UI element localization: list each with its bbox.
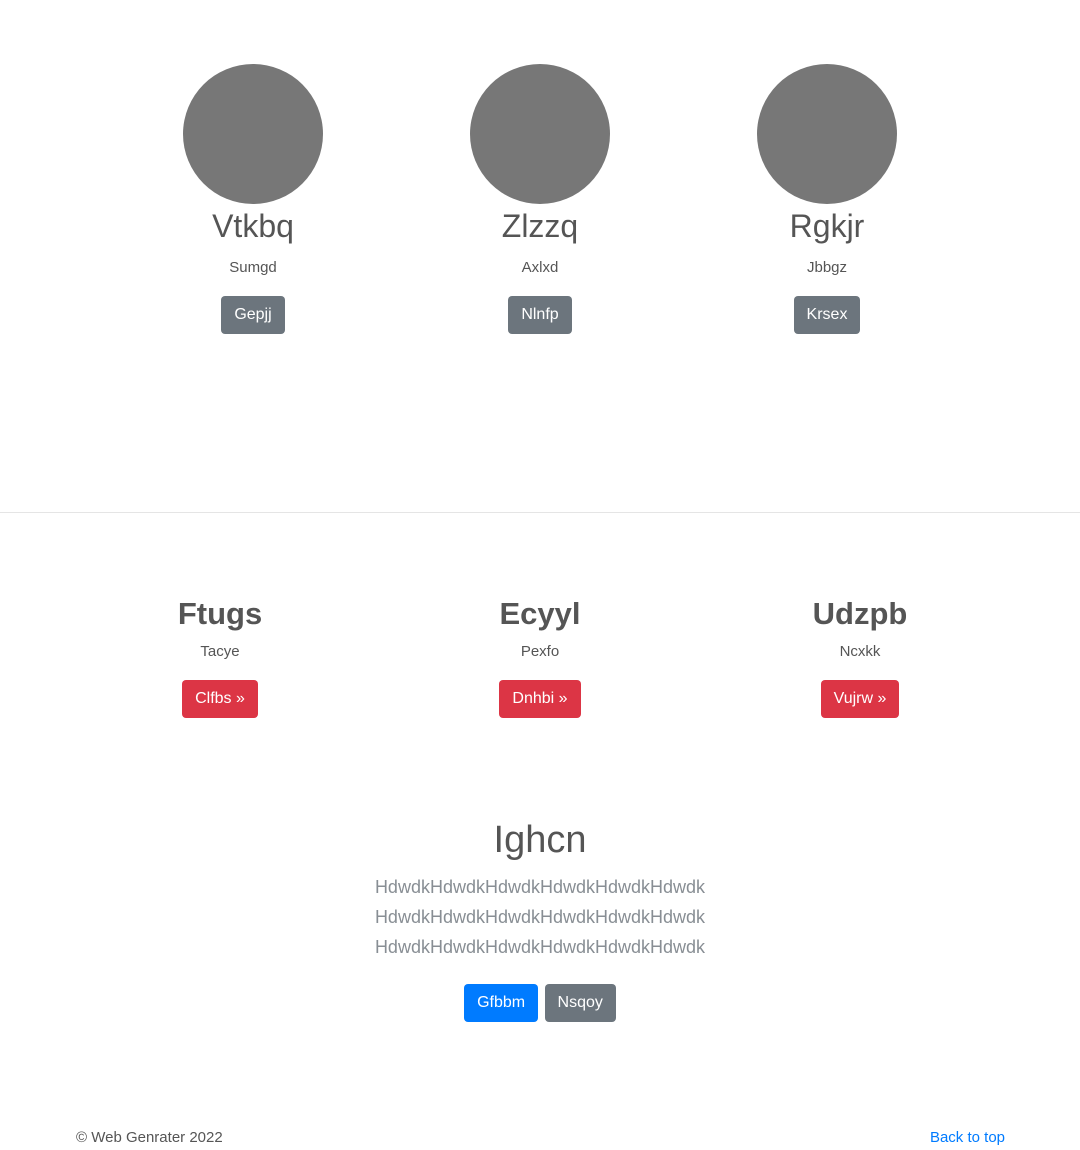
feature-button[interactable]: Vujrw » [820, 680, 900, 718]
feature-title: Udzpb [812, 596, 908, 631]
profile-card-2: Zlzzq Axlxd Nlnfp [440, 64, 640, 334]
profile-card-1: Vtkbq Sumgd Gepjj [153, 64, 353, 334]
hero-text-line: HdwdkHdwdkHdwdkHdwdkHdwdkHdwdk [374, 937, 706, 957]
footer-copyright: © Web Genrater 2022 [76, 1129, 223, 1146]
hero-primary-button[interactable]: Gfbbm [464, 984, 539, 1022]
back-to-top-link[interactable]: Back to top [930, 1128, 1005, 1148]
profile-button[interactable]: Gepjj [221, 296, 285, 334]
profile-button[interactable]: Krsex [793, 296, 861, 334]
hero-title: Ighcn [493, 819, 587, 861]
avatar [470, 64, 610, 204]
feature-title: Ecyyl [499, 596, 581, 631]
feature-button[interactable]: Clfbs » [182, 680, 258, 718]
hero-secondary-button[interactable]: Nsqoy [544, 984, 616, 1022]
feature-button[interactable]: Dnhbi » [499, 680, 581, 718]
hero-text: HdwdkHdwdkHdwdkHdwdkHdwdkHdwdk HdwdkHdwd… [0, 872, 1080, 962]
profile-subtitle: Jbbgz [806, 259, 848, 276]
avatar [183, 64, 323, 204]
feature-card-3: Udzpb Ncxkk Vujrw » [740, 594, 980, 718]
feature-title: Ftugs [177, 596, 263, 631]
profile-card-3: Rgkjr Jbbgz Krsex [727, 64, 927, 334]
hero-section: Ighcn HdwdkHdwdkHdwdkHdwdkHdwdkHdwdk Hdw… [0, 814, 1080, 1022]
feature-card-1: Ftugs Tacye Clfbs » [100, 594, 340, 718]
hero-text-line: HdwdkHdwdkHdwdkHdwdkHdwdkHdwdk [374, 907, 706, 927]
profile-subtitle: Axlxd [521, 259, 559, 276]
page: Vtkbq Sumgd Gepjj Zlzzq Axlxd Nlnfp Rgkj… [0, 0, 1080, 1150]
avatar [757, 64, 897, 204]
hero-buttons: Gfbbm Nsqoy [0, 984, 1080, 1022]
profile-name: Zlzzq [501, 208, 579, 244]
profile-name: Rgkjr [789, 208, 865, 244]
profile-name: Vtkbq [212, 208, 294, 244]
hero-text-line: HdwdkHdwdkHdwdkHdwdkHdwdkHdwdk [374, 877, 706, 897]
feature-subtitle: Ncxkk [839, 643, 881, 660]
profile-subtitle: Sumgd [229, 259, 277, 276]
feature-subtitle: Tacye [200, 643, 240, 660]
feature-subtitle: Pexfo [520, 643, 560, 660]
feature-card-2: Ecyyl Pexfo Dnhbi » [420, 594, 660, 718]
section-divider [0, 512, 1080, 513]
profile-button[interactable]: Nlnfp [508, 296, 572, 334]
